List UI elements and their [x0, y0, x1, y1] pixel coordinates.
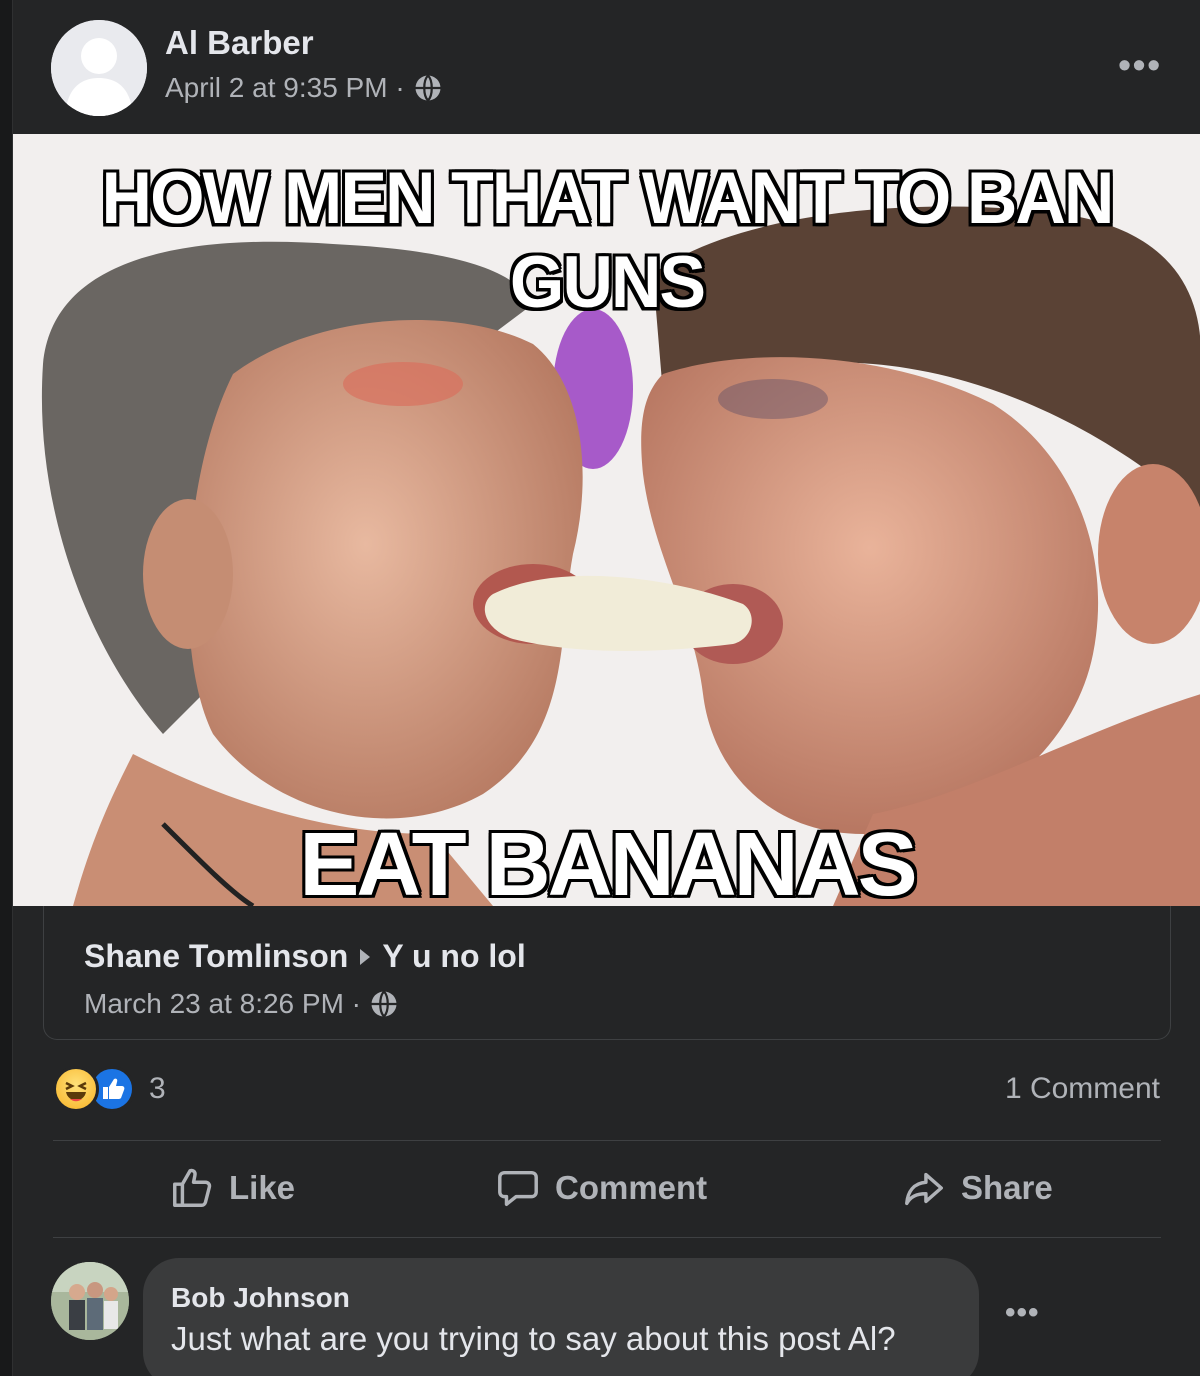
post-author-name[interactable]: Al Barber	[165, 24, 314, 62]
comments-count-link[interactable]: 1 Comment	[1005, 1072, 1160, 1106]
globe-icon	[371, 990, 397, 1018]
globe-icon	[415, 74, 441, 102]
meme-top-caption: HOW MEN THAT WANT TO BAN GUNS	[101, 157, 1115, 323]
meme-image[interactable]: HOW MEN THAT WANT TO BAN GUNS EAT BANANA…	[13, 134, 1200, 906]
shared-timestamp[interactable]: March 23 at 8:26 PM ·	[84, 988, 361, 1020]
author-avatar[interactable]	[51, 20, 147, 116]
meme-bottom-caption: EAT BANANAS	[299, 815, 917, 906]
post-meta: April 2 at 9:35 PM ·	[165, 72, 443, 104]
post-card: Al Barber April 2 at 9:35 PM · ••• HOW M…	[12, 0, 1200, 1376]
share-arrow-icon	[905, 1172, 943, 1206]
haha-icon	[53, 1066, 99, 1112]
divider	[53, 1237, 1161, 1238]
like-label: Like	[229, 1169, 296, 1206]
shared-post-header: Shane Tomlinson Y u no lol	[84, 938, 526, 975]
like-button[interactable]: Like	[169, 1165, 295, 1211]
share-button[interactable]: Share	[901, 1165, 1053, 1211]
post-options-button[interactable]: •••	[1118, 44, 1162, 86]
shared-post-meta: March 23 at 8:26 PM ·	[84, 988, 399, 1020]
comment-label: Comment	[555, 1169, 708, 1206]
shared-post-attachment[interactable]: Shane Tomlinson Y u no lol March 23 at 8…	[43, 906, 1171, 1040]
reaction-count: 3	[149, 1072, 166, 1105]
comment-button[interactable]: Comment	[495, 1165, 707, 1211]
comment-text: Just what are you trying to say about th…	[171, 1320, 896, 1357]
reactions-summary[interactable]: 3	[53, 1066, 166, 1112]
default-profile-icon	[51, 20, 147, 116]
shared-author-name[interactable]: Shane Tomlinson	[84, 938, 348, 975]
comment-options-button[interactable]: •••	[1005, 1296, 1040, 1330]
thumbs-up-icon	[173, 1168, 212, 1207]
shared-caption[interactable]: Y u no lol	[382, 938, 525, 975]
divider	[53, 1140, 1161, 1141]
arrow-right-icon	[360, 948, 371, 965]
commenter-photo	[51, 1262, 129, 1340]
comment-bubble: Bob Johnson Just what are you trying to …	[143, 1258, 979, 1376]
share-label: Share	[961, 1169, 1053, 1206]
post-timestamp[interactable]: April 2 at 9:35 PM ·	[165, 72, 405, 104]
comment-bubble-icon	[498, 1170, 538, 1207]
comment-author-name[interactable]: Bob Johnson	[171, 1282, 350, 1314]
commenter-avatar[interactable]	[51, 1262, 129, 1340]
